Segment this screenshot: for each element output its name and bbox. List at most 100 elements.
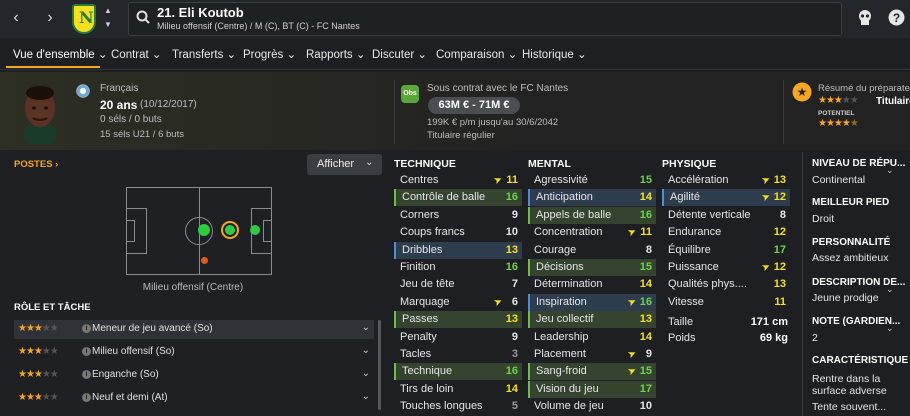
attribute-row[interactable]: Tirs de loin 14 <box>394 381 522 398</box>
attribute-row[interactable]: Accélération ➤ 13 <box>662 172 790 189</box>
attribute-row[interactable]: Anticipation 14 <box>528 189 656 207</box>
u21-caps: 15 séls U21 / 6 buts <box>100 129 184 140</box>
attribute-row[interactable]: Touches longues 5 <box>394 398 522 415</box>
tab-contract[interactable]: Contrat ⌄ <box>111 47 162 61</box>
attribute-row[interactable]: Courage 8 <box>528 242 656 259</box>
attribute-row[interactable]: Contrôle de balle 16 <box>394 189 522 207</box>
personality-label: PERSONNALITÉ <box>812 237 891 248</box>
role-row[interactable]: ★★★★★ i Milieu offensif (So) ⌄ <box>14 343 374 362</box>
attribute-row[interactable]: Marquage ➤ 6 <box>394 294 522 311</box>
attribute-name: Marquage <box>400 295 450 308</box>
attribute-row[interactable]: Détente verticale 8 <box>662 207 790 224</box>
attribute-name: Finition <box>400 261 436 273</box>
info-icon[interactable]: i <box>82 324 91 333</box>
attribute-row[interactable]: Corners 9 <box>394 207 522 224</box>
height-value: 171 cm <box>750 316 788 328</box>
chevron-down-icon[interactable]: ⌄ <box>362 368 370 379</box>
technique-title: TECHNIQUE <box>394 158 456 170</box>
tab-progress[interactable]: Progrès ⌄ <box>243 47 296 61</box>
position-dot-st[interactable] <box>250 225 260 235</box>
help-icon[interactable]: ? <box>888 9 905 26</box>
attribute-row[interactable]: Jeu de tête 7 <box>394 276 522 293</box>
chevron-down-icon[interactable]: ⌄ <box>362 322 370 333</box>
attribute-value: 3 <box>511 348 518 360</box>
attribute-row[interactable]: Centres ➤ 11 <box>394 172 522 189</box>
attribute-value: 9 <box>511 208 518 221</box>
attribute-row[interactable]: Tacles 3 <box>394 346 522 363</box>
tab-reports[interactable]: Rapports ⌄ <box>306 47 366 61</box>
tab-transfers[interactable]: Transferts ⌄ <box>172 47 236 61</box>
attribute-row[interactable]: Passes 13 <box>394 311 522 329</box>
position-dot-amc[interactable] <box>225 225 235 235</box>
tab-overview[interactable]: Vue d'ensemble ⌄ <box>13 47 108 61</box>
attribute-row[interactable]: Concentration ➤ 11 <box>528 224 656 241</box>
attribute-value: 12 <box>773 261 786 273</box>
next-player-icon[interactable]: ▼ <box>104 20 112 29</box>
show-dropdown[interactable]: Afficher ⌄ <box>307 154 382 175</box>
attribute-row[interactable]: Appels de balle 16 <box>528 206 656 224</box>
search-icon[interactable] <box>136 10 150 24</box>
attribute-row[interactable]: Vitesse 11 <box>662 294 790 311</box>
weight-label: Poids <box>668 332 696 344</box>
chevron-down-icon[interactable]: ⌄ <box>886 165 894 176</box>
info-icon[interactable]: i <box>82 347 91 356</box>
attribute-flag-icon: ➤ <box>625 365 638 379</box>
position-dot-dm[interactable] <box>201 257 208 264</box>
attribute-row[interactable]: Placement ➤ 9 <box>528 346 656 363</box>
attribute-flag-icon: ➤ <box>491 173 504 188</box>
attribute-name: Décisions <box>536 261 584 273</box>
attribute-row[interactable]: Endurance 12 <box>662 224 790 241</box>
attribute-row[interactable]: Sang-froid ➤ 15 <box>528 363 656 381</box>
attribute-row[interactable]: Équilibre 17 <box>662 242 790 259</box>
attribute-row[interactable]: Penalty 9 <box>394 329 522 346</box>
position-dot-mc[interactable] <box>198 224 210 236</box>
attribute-row[interactable]: Détermination 14 <box>528 276 656 293</box>
attribute-row[interactable]: Leadership 14 <box>528 329 656 346</box>
attribute-row[interactable]: Dribbles 13 <box>394 241 522 259</box>
info-icon[interactable]: i <box>82 393 91 402</box>
info-icon[interactable]: i <box>82 370 91 379</box>
club-crest-icon[interactable] <box>72 4 96 34</box>
attribute-row[interactable]: Finition 16 <box>394 259 522 276</box>
attribute-name: Centres <box>400 174 439 186</box>
roles-scrollbar[interactable] <box>378 320 381 410</box>
attribute-row[interactable]: Vision du jeu 17 <box>528 380 656 398</box>
skull-icon[interactable] <box>857 9 873 27</box>
chevron-down-icon[interactable]: ⌄ <box>362 345 370 356</box>
attribute-row[interactable]: Jeu collectif 13 <box>528 311 656 329</box>
role-row[interactable]: ★★★★★ i Neuf et demi (At) ⌄ <box>14 389 374 408</box>
prev-player-icon[interactable]: ▲ <box>104 6 112 15</box>
chevron-down-icon[interactable]: ⌄ <box>886 284 894 295</box>
tab-comparison[interactable]: Comparaison ⌄ <box>436 47 517 61</box>
best-foot-label: MEILLEUR PIED <box>812 197 890 208</box>
attribute-name: Sang-froid <box>536 365 587 378</box>
attribute-value: 14 <box>639 191 652 204</box>
forward-icon[interactable]: › <box>40 8 60 28</box>
positions-title[interactable]: POSTES › <box>14 159 58 170</box>
tab-history[interactable]: Historique ⌄ <box>522 47 587 61</box>
divider <box>394 80 395 144</box>
attribute-row[interactable]: Qualités phys.... 13 <box>662 276 790 293</box>
potential-ability-stars: ★★★★★ <box>818 118 859 129</box>
attribute-row[interactable]: Agressivité 15 <box>528 172 656 189</box>
attribute-row[interactable]: Agilité ➤ 12 <box>662 189 790 207</box>
role-row[interactable]: ★★★★★ i Enganche (So) ⌄ <box>14 366 374 385</box>
attribute-row[interactable]: Volume de jeu 10 <box>528 398 656 415</box>
attribute-row[interactable]: Décisions 15 <box>528 259 656 276</box>
height-label: Taille <box>668 316 694 328</box>
chevron-down-icon[interactable]: ⌄ <box>362 391 370 402</box>
attribute-name: Équilibre <box>668 243 711 256</box>
nationality: Français <box>100 83 139 94</box>
chevron-down-icon[interactable]: ⌄ <box>886 323 894 334</box>
attribute-row[interactable]: Puissance ➤ 12 <box>662 259 790 276</box>
attribute-row[interactable]: Technique 16 <box>394 363 522 381</box>
tab-discuss[interactable]: Discuter ⌄ <box>372 47 427 61</box>
role-row[interactable]: ★★★★★ i Meneur de jeu avancé (So) ⌄ <box>14 320 374 339</box>
attribute-flag-icon: ➤ <box>491 295 504 310</box>
attribute-row[interactable]: Inspiration ➤ 16 <box>528 293 656 311</box>
attribute-row[interactable]: Coups francs 10 <box>394 224 522 241</box>
france-flag-icon <box>76 84 90 98</box>
divider <box>802 152 803 416</box>
back-icon[interactable]: ‹ <box>6 8 26 28</box>
transfer-value: 63M € - 71M € <box>428 97 520 114</box>
